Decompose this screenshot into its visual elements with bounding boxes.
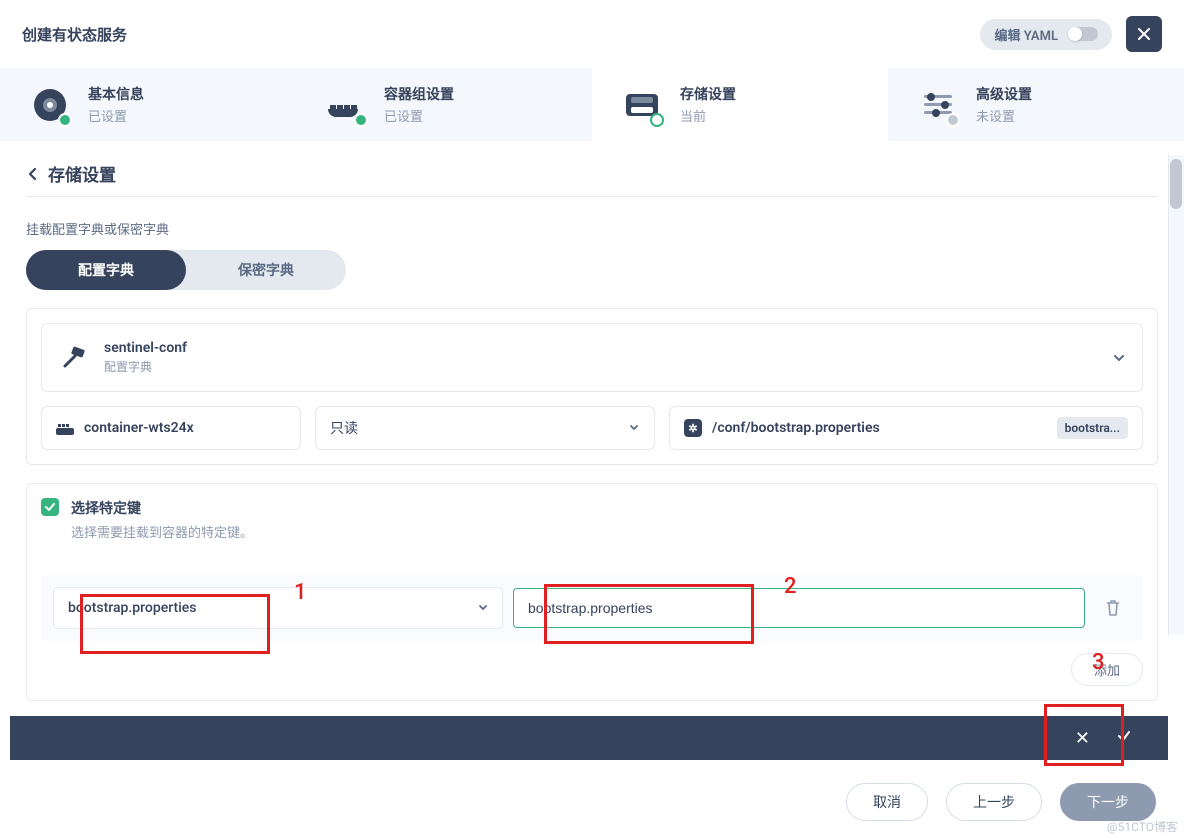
mount-mode-value: 只读 xyxy=(330,418,358,438)
chevron-down-icon xyxy=(1112,351,1126,365)
select-keys-checkbox[interactable] xyxy=(41,498,59,516)
container-name: container-wts24x xyxy=(84,420,194,436)
key-select[interactable]: bootstrap.properties xyxy=(53,587,503,629)
key-select-value: bootstrap.properties xyxy=(53,587,503,629)
stepper: 基本信息 已设置 容器组设置 已设置 存储设置 当前 xyxy=(0,68,1184,141)
config-item-header[interactable]: sentinel-conf 配置字典 xyxy=(41,323,1143,392)
delete-key-button[interactable] xyxy=(1095,599,1131,617)
step-title: 基本信息 xyxy=(88,84,144,104)
scrollbar[interactable] xyxy=(1168,155,1184,635)
select-keys-desc: 选择需要挂载到容器的特定键。 xyxy=(71,522,253,541)
add-key-button[interactable]: 添加 xyxy=(1071,653,1143,686)
container-cell: container-wts24x xyxy=(41,406,301,450)
step-basic-info[interactable]: 基本信息 已设置 xyxy=(0,68,296,141)
edit-yaml-label: 编辑 YAML xyxy=(994,25,1058,44)
back-title[interactable]: 存储设置 xyxy=(26,161,1158,197)
sliders-icon xyxy=(924,95,952,114)
gear-icon: ✲ xyxy=(684,419,702,437)
mount-path-cell: ✲ /conf/bootstrap.properties bootstra... xyxy=(669,406,1143,450)
key-chip: bootstra... xyxy=(1057,417,1128,439)
next-button[interactable]: 下一步 xyxy=(1060,783,1156,821)
step-title: 存储设置 xyxy=(680,84,736,104)
prev-button[interactable]: 上一步 xyxy=(946,783,1042,821)
mount-type-tabs: 配置字典 保密字典 xyxy=(26,250,346,290)
page-title: 创建有状态服务 xyxy=(22,24,127,45)
close-icon xyxy=(1136,26,1152,42)
band-confirm-button[interactable] xyxy=(1116,728,1132,748)
step-container-group[interactable]: 容器组设置 已设置 xyxy=(296,68,592,141)
trash-icon xyxy=(1105,599,1121,617)
chevron-down-icon xyxy=(628,422,640,434)
step-title: 高级设置 xyxy=(976,84,1032,104)
mount-path-value: /conf/bootstrap.properties xyxy=(712,420,880,436)
cancel-button[interactable]: 取消 xyxy=(846,783,928,821)
check-icon xyxy=(44,501,56,513)
config-type: 配置字典 xyxy=(104,358,187,375)
step-sub: 已设置 xyxy=(88,106,144,125)
step-advanced[interactable]: 高级设置 未设置 xyxy=(888,68,1184,141)
container-icon xyxy=(56,420,74,436)
edit-yaml-toggle[interactable]: 编辑 YAML xyxy=(980,19,1112,50)
toggle-icon xyxy=(1068,27,1098,41)
close-button[interactable] xyxy=(1126,16,1162,52)
section-title: 存储设置 xyxy=(48,161,116,186)
check-icon xyxy=(1116,728,1132,744)
hammer-icon xyxy=(58,343,88,373)
back-icon xyxy=(26,167,40,181)
mount-mode-select[interactable]: 只读 xyxy=(315,406,655,450)
band-cancel-button[interactable]: ✕ xyxy=(1075,728,1090,749)
confirm-band: ✕ xyxy=(10,716,1168,760)
step-sub: 已设置 xyxy=(384,106,454,125)
watermark: @51CTO博客 xyxy=(1107,818,1178,835)
mount-description: 挂载配置字典或保密字典 xyxy=(26,219,1158,238)
select-keys-title: 选择特定键 xyxy=(71,498,253,518)
chevron-down-icon xyxy=(477,602,489,614)
config-name: sentinel-conf xyxy=(104,340,187,356)
step-title: 容器组设置 xyxy=(384,84,454,104)
tab-secret[interactable]: 保密字典 xyxy=(186,250,346,290)
step-sub: 当前 xyxy=(680,106,736,125)
step-storage[interactable]: 存储设置 当前 xyxy=(592,68,888,141)
tab-configmap[interactable]: 配置字典 xyxy=(26,250,186,290)
storage-icon xyxy=(626,94,658,116)
step-sub: 未设置 xyxy=(976,106,1032,125)
key-path-input[interactable] xyxy=(513,588,1085,628)
